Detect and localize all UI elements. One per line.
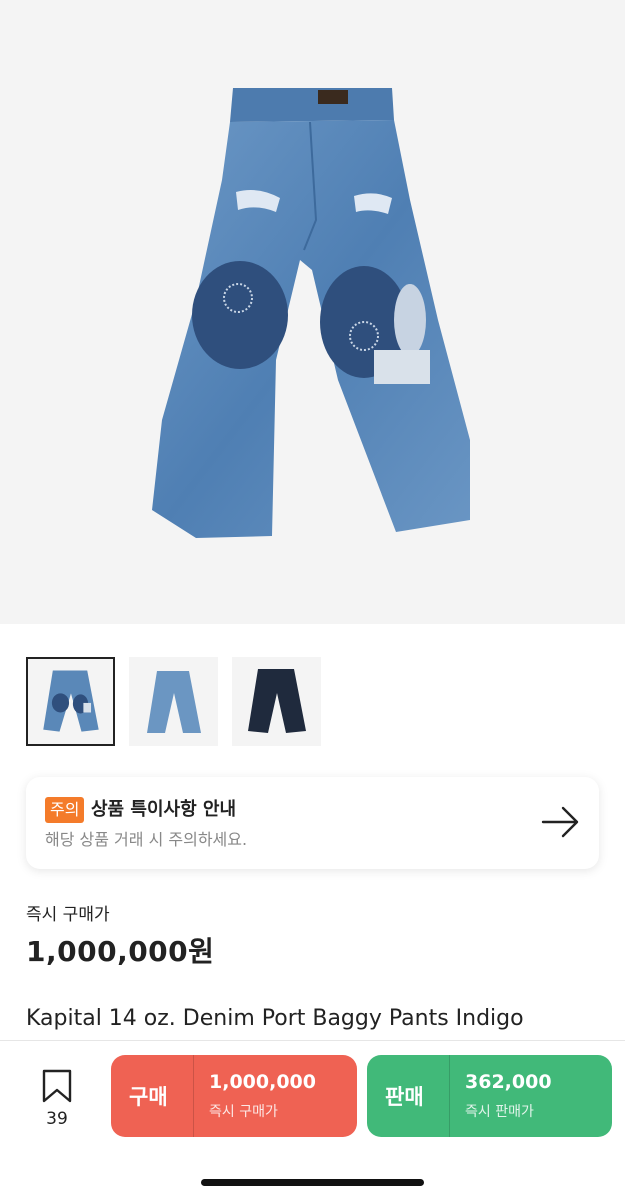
bookmark-count: 39 <box>46 1109 68 1129</box>
thumbnail-1[interactable] <box>26 657 115 746</box>
thumbnail-3[interactable] <box>232 657 321 746</box>
arrow-right-icon[interactable] <box>541 805 581 839</box>
caution-badge: 주의 <box>45 797 85 823</box>
product-name: Kapital 14 oz. Denim Port Baggy Pants In… <box>26 1006 524 1031</box>
buy-button[interactable]: 구매 1,000,000 즉시 구매가 <box>111 1055 357 1137</box>
bottom-action-bar: 39 구매 1,000,000 즉시 구매가 판매 362,000 즉시 판매가 <box>0 1040 625 1200</box>
sell-button[interactable]: 판매 362,000 즉시 판매가 <box>367 1055 612 1137</box>
sell-divider <box>449 1055 450 1137</box>
notice-title: 상품 특이사항 안내 <box>91 799 237 820</box>
sell-label: 판매 <box>385 1085 424 1109</box>
home-indicator <box>201 1179 424 1186</box>
buy-label: 구매 <box>129 1085 168 1109</box>
buy-price: 1,000,000 <box>209 1071 316 1093</box>
price-label: 즉시 구매가 <box>26 905 110 925</box>
notice-card[interactable]: 주의 상품 특이사항 안내 해당 상품 거래 시 주의하세요. <box>26 777 599 869</box>
jeans-thumbnail-patched <box>43 670 99 732</box>
price-value: 1,000,000원 <box>26 935 215 968</box>
sell-price: 362,000 <box>465 1071 552 1093</box>
bookmark-icon <box>42 1069 72 1103</box>
product-image[interactable] <box>0 0 625 624</box>
jeans-illustration <box>152 88 470 538</box>
jeans-thumbnail-plain <box>147 671 201 733</box>
buy-sub-label: 즉시 구매가 <box>209 1104 278 1120</box>
jeans-thumbnail-dark <box>248 669 306 733</box>
thumbnail-strip <box>26 657 321 746</box>
sell-sub-label: 즉시 판매가 <box>465 1104 534 1120</box>
notice-subtitle: 해당 상품 거래 시 주의하세요. <box>45 830 248 849</box>
buy-divider <box>193 1055 194 1137</box>
bookmark-button[interactable]: 39 <box>36 1069 78 1129</box>
thumbnail-2[interactable] <box>129 657 218 746</box>
